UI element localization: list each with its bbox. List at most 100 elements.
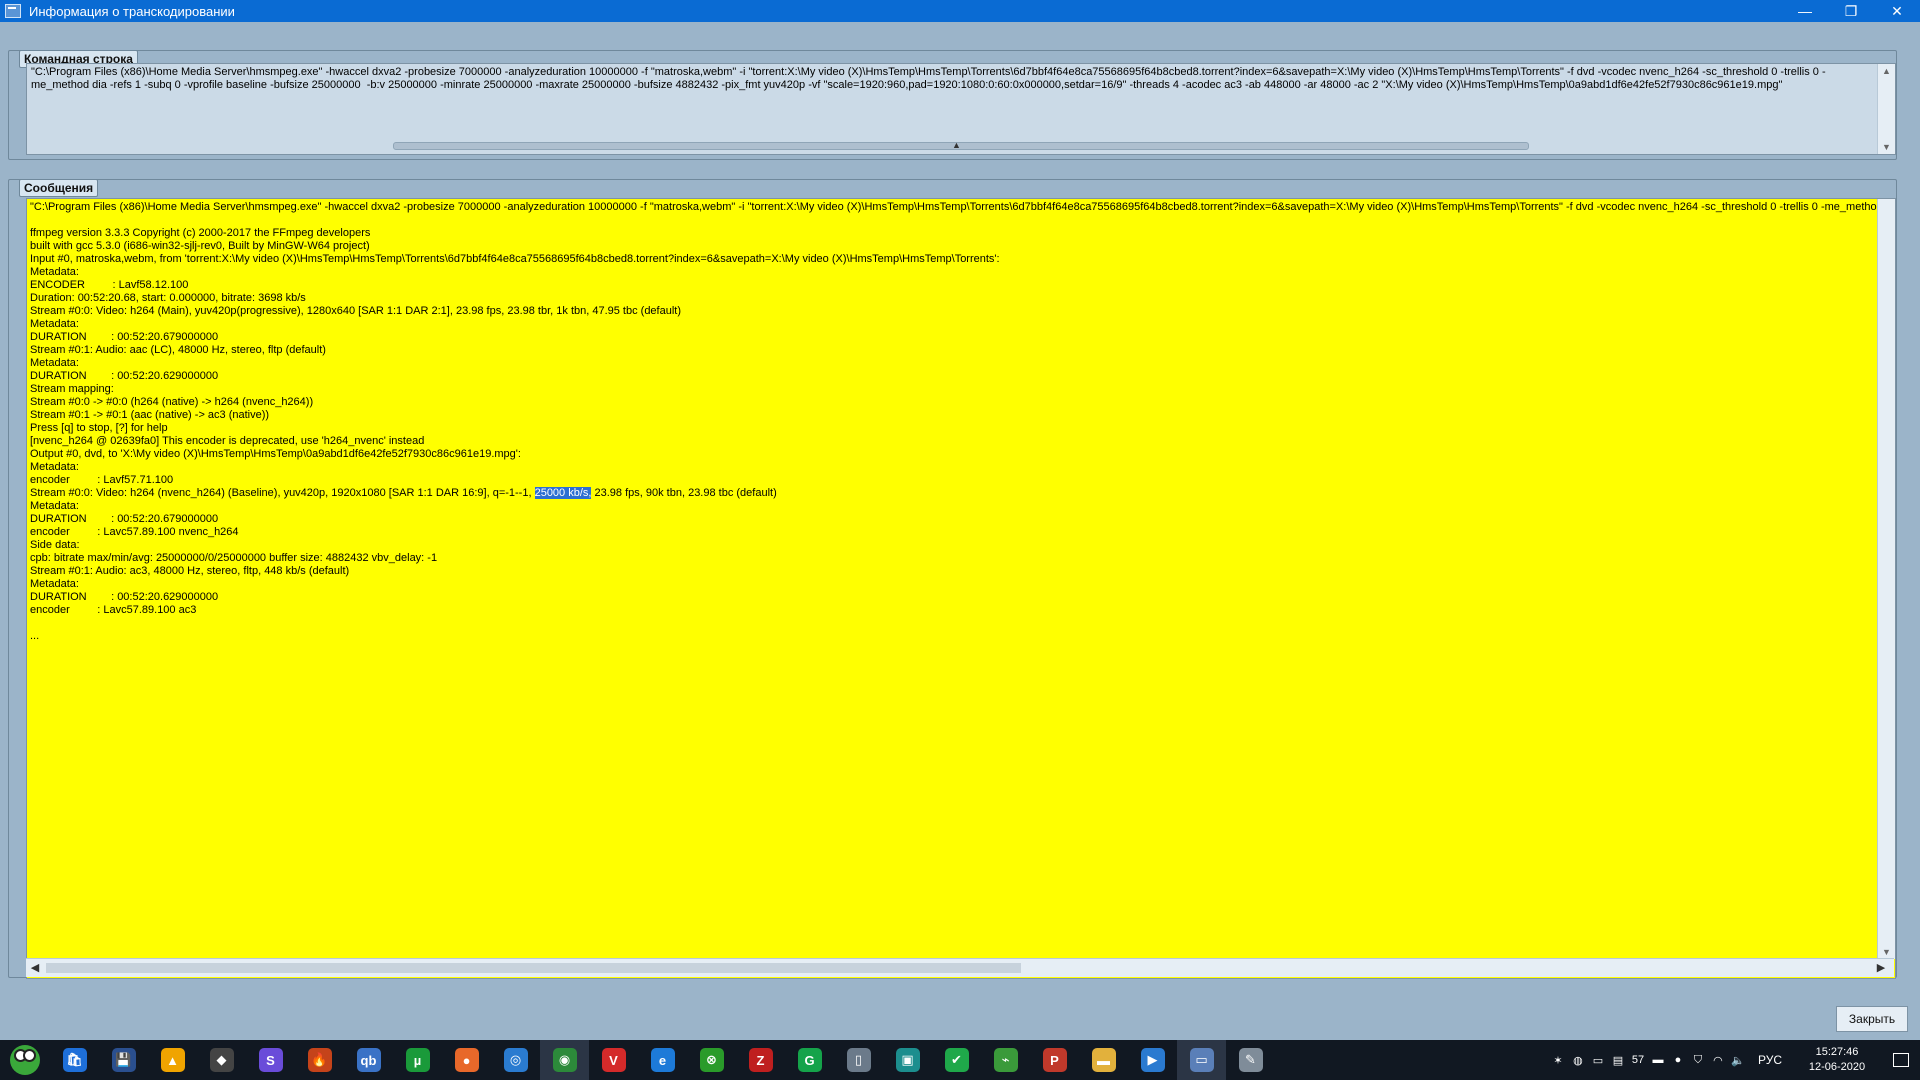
antenna-icon: ⌁ — [993, 1048, 1018, 1072]
taskbar-app-remote[interactable]: ▣ — [883, 1040, 932, 1080]
tray-network-icon[interactable]: ▤ — [1608, 1040, 1628, 1080]
hms-icon: ▭ — [1189, 1048, 1214, 1072]
language-indicator[interactable]: РУС — [1748, 1053, 1792, 1067]
log-line: cpb: bitrate max/min/avg: 25000000/0/250… — [30, 552, 438, 564]
log-line: Metadata: — [30, 500, 79, 512]
clock-time: 15:27:46 — [1815, 1046, 1859, 1058]
log-line: [nvenc_h264 @ 02639fa0] This encoder is … — [30, 435, 425, 447]
window-title: Информация о транскодировании — [29, 3, 235, 19]
log-line: Input #0, matroska,webm, from 'torrent:X… — [30, 253, 1000, 265]
globe-icon: ◎ — [503, 1048, 528, 1072]
scroll-up-icon[interactable]: ▲ — [1878, 64, 1895, 78]
command-vertical-scrollbar[interactable]: ▲ ▼ — [1877, 64, 1895, 154]
start-button[interactable] — [0, 1040, 50, 1080]
taskbar-app-folder[interactable]: ▬ — [1079, 1040, 1128, 1080]
taskbar-app-edge[interactable]: e — [638, 1040, 687, 1080]
store-icon: 🛍 — [62, 1048, 87, 1072]
notification-center-icon[interactable] — [1882, 1040, 1920, 1080]
taskbar-app-save[interactable]: 💾 — [99, 1040, 148, 1080]
panel-splitter[interactable]: ▲ — [393, 140, 1529, 150]
log-vertical-scrollbar[interactable]: ▼ — [1877, 199, 1895, 959]
taskbar-app-utorrent[interactable]: µ — [393, 1040, 442, 1080]
taskbar-apps: 🛍 💾 ▲ ◆ S 🔥 qb µ ● ◎ ◉ Ve ⊗ Z G ▯ ▣ ✔ ⌁ P ▬ ▶ ▭ ✎ — [50, 1040, 1275, 1080]
check-icon: ✔ — [944, 1048, 969, 1072]
splitter-arrow-icon[interactable]: ▲ — [952, 140, 961, 150]
utorrent-icon: µ — [405, 1048, 430, 1072]
close-window-button[interactable]: ✕ — [1874, 0, 1920, 22]
tray-dot-icon[interactable]: ● — [1668, 1040, 1688, 1080]
log-line: Output #0, dvd, to 'X:\My video (X)\HmsT… — [30, 448, 521, 460]
tray-volume-icon[interactable]: 🔈 — [1728, 1040, 1748, 1080]
log-line: Stream #0:1 -> #0:1 (aac (native) -> ac3… — [30, 409, 270, 421]
scroll-left-icon[interactable]: ◀ — [26, 959, 44, 977]
command-line-text: "C:\Program Files (x86)\Home Media Serve… — [31, 66, 1826, 91]
taskbar-app-hms[interactable]: ▭ — [1177, 1040, 1226, 1080]
taskbar-app-check[interactable]: ✔ — [932, 1040, 981, 1080]
taskbar-app-burn[interactable]: 🔥 — [295, 1040, 344, 1080]
log-line: DURATION : 00:52:20.679000000 — [30, 513, 219, 525]
log-line: Side data: — [30, 539, 80, 551]
messages-log[interactable]: "C:\Program Files (x86)\Home Media Serve… — [26, 198, 1896, 979]
fox-icon: ◆ — [209, 1048, 234, 1072]
taskbar-app-aimp[interactable]: ▲ — [148, 1040, 197, 1080]
clock[interactable]: 15:27:46 12-06-2020 — [1792, 1045, 1882, 1075]
system-tray: ✶ ◍ ▭ ▤ 57 ▬ ● ⛉ ◠ 🔈 РУС 15:27:46 12-06-… — [1548, 1040, 1920, 1080]
window-app-icon — [5, 4, 21, 18]
log-scroll-down-icon[interactable]: ▼ — [1878, 945, 1895, 959]
tray-flag-icon[interactable]: ▬ — [1648, 1040, 1668, 1080]
tray-monitor-icon[interactable]: ▭ — [1588, 1040, 1608, 1080]
taskbar-app-qbittorrent[interactable]: qb — [344, 1040, 393, 1080]
close-button[interactable]: Закрыть — [1836, 1006, 1908, 1032]
taskbar-app-xbox[interactable]: ⊗ — [687, 1040, 736, 1080]
scroll-down-icon[interactable]: ▼ — [1878, 140, 1895, 154]
taskbar-app-firefox[interactable]: ● — [442, 1040, 491, 1080]
log-line: Metadata: — [30, 461, 79, 473]
edge-icon: e — [650, 1048, 675, 1072]
tray-spark-icon[interactable]: ✶ — [1548, 1040, 1568, 1080]
restore-button[interactable]: ❐ — [1828, 0, 1874, 22]
log-line: ENCODER : Lavf58.12.100 — [30, 279, 189, 291]
log-line: Stream #0:0 -> #0:0 (h264 (native) -> h2… — [30, 396, 314, 408]
taskbar-app-play[interactable]: ▶ — [1128, 1040, 1177, 1080]
log-horizontal-scrollbar[interactable]: ◀ ▶ — [26, 958, 1894, 977]
taskbar-app-swift[interactable]: S — [246, 1040, 295, 1080]
log-line: DURATION : 00:52:20.629000000 — [30, 591, 219, 603]
xbox-icon: ⊗ — [699, 1048, 724, 1072]
selected-text[interactable]: 25000 kb/s, — [534, 487, 592, 499]
taskbar-app-grammarly[interactable]: G — [785, 1040, 834, 1080]
log-line-before: Stream #0:0: Video: h264 (nvenc_h264) (B… — [30, 487, 535, 499]
filezilla-icon: Z — [748, 1048, 773, 1072]
tray-battery-text[interactable]: 57 — [1628, 1040, 1648, 1080]
qbittorrent-icon: qb — [356, 1048, 381, 1072]
clock-date: 12-06-2020 — [1808, 1061, 1866, 1073]
log-line: ... — [30, 630, 40, 642]
log-line: DURATION : 00:52:20.679000000 — [30, 331, 219, 343]
log-line: Metadata: — [30, 318, 79, 330]
horizontal-scroll-thumb[interactable] — [46, 963, 1021, 973]
scroll-right-icon[interactable]: ▶ — [1872, 959, 1890, 977]
taskbar-app-filezilla[interactable]: Z — [736, 1040, 785, 1080]
log-line: DURATION : 00:52:20.629000000 — [30, 370, 219, 382]
play-icon: ▶ — [1140, 1048, 1165, 1072]
log-line: Stream #0:0: Video: h264 (Main), yuv420p… — [30, 305, 682, 317]
messages-label: Сообщения — [19, 179, 99, 197]
taskbar-app-globe[interactable]: ◎ — [491, 1040, 540, 1080]
taskbar-app-p[interactable]: P — [1030, 1040, 1079, 1080]
minimize-button[interactable]: — — [1782, 0, 1828, 22]
taskbar-app-vivaldi[interactable]: V — [589, 1040, 638, 1080]
swift-icon: S — [258, 1048, 283, 1072]
taskbar-app-document[interactable]: ▯ — [834, 1040, 883, 1080]
taskbar-app-store[interactable]: 🛍 — [50, 1040, 99, 1080]
title-bar: Информация о транскодировании — ❐ ✕ — [0, 0, 1920, 22]
taskbar-app-chrome[interactable]: ◉ — [540, 1040, 589, 1080]
tray-wifi-icon[interactable]: ◠ — [1708, 1040, 1728, 1080]
log-line: encoder : Lavf57.71.100 — [30, 474, 174, 486]
taskbar-app-tools[interactable]: ✎ — [1226, 1040, 1275, 1080]
taskbar-app-fox[interactable]: ◆ — [197, 1040, 246, 1080]
log-line: Metadata: — [30, 266, 79, 278]
tray-shield-icon[interactable]: ⛉ — [1688, 1040, 1708, 1080]
log-line: Duration: 00:52:20.68, start: 0.000000, … — [30, 292, 306, 304]
taskbar-app-antenna[interactable]: ⌁ — [981, 1040, 1030, 1080]
tray-globe-icon[interactable]: ◍ — [1568, 1040, 1588, 1080]
